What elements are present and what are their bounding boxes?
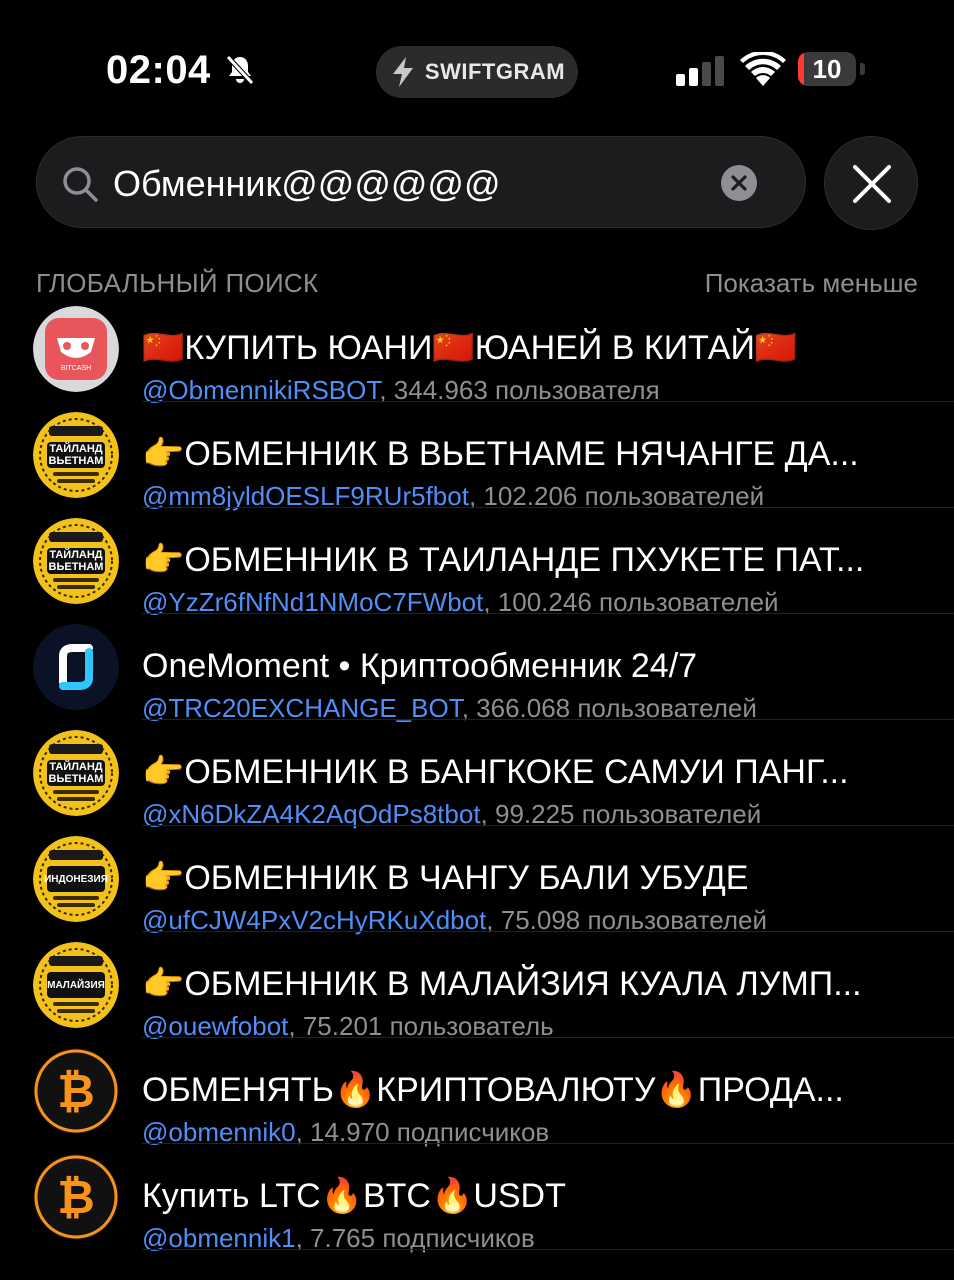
svg-text:МАЛАЙЗИЯ: МАЛАЙЗИЯ <box>47 978 105 991</box>
result-title: ОБМЕНЯТЬ🔥КРИПТОВАЛЮТУ🔥ПРОДА... <box>142 1071 844 1109</box>
avatar <box>33 624 119 710</box>
battery-indicator: 10 <box>798 52 856 86</box>
svg-text:ТАЙЛАНД: ТАЙЛАНД <box>49 442 102 455</box>
search-result-item[interactable]: МАЛАЙЗИЯ 👉ОБМЕННИК В МАЛАЙЗИЯ КУАЛА ЛУМП.… <box>0 932 954 1041</box>
exchange-badge-icon: ТАЙЛАНДВЬЕТНАМ <box>33 412 119 498</box>
status-bar: 02:04 SWIFTGRAM 10 <box>0 0 954 120</box>
avatar: ИНДОНЕЗИЯ <box>33 836 119 922</box>
result-title: 👉ОБМЕННИК В МАЛАЙЗИЯ КУАЛА ЛУМП... <box>142 965 862 1003</box>
search-result-item[interactable]: ТАЙЛАНД ВЬЕТНАМ 👉ОБМЕННИК В БАНГКОКЕ САМУИ… <box>0 720 954 829</box>
bitcoin-icon: ₿ <box>33 1154 119 1240</box>
clear-search-button[interactable] <box>721 165 757 201</box>
battery-level: 10 <box>812 54 842 84</box>
exchange-badge-icon: ТАЙЛАНДВЬЕТНАМ <box>33 730 119 816</box>
svg-text:ВЬЕТНАМ: ВЬЕТНАМ <box>49 455 104 467</box>
results-list: BITCASH 🇨🇳КУПИТЬ ЮАНИ🇨🇳ЮАНЕЙ В КИТАЙ🇨🇳 @Ob… <box>0 296 954 1253</box>
search-bar[interactable] <box>36 136 806 228</box>
avatar: ₿ <box>33 1048 119 1134</box>
wifi-icon <box>740 52 786 86</box>
bell-muted-icon <box>226 55 254 85</box>
result-title: Купить LTC🔥BTC🔥USDT <box>142 1177 566 1215</box>
clear-icon <box>731 175 747 191</box>
section-title: ГЛОБАЛЬНЫЙ ПОИСК <box>36 268 319 298</box>
result-title: OneMoment • Криптообменник 24/7 <box>142 647 698 685</box>
exchange-badge-icon: ИНДОНЕЗИЯ <box>33 836 119 922</box>
svg-text:BITCASH: BITCASH <box>61 365 91 372</box>
svg-text:ИНДОНЕЗИЯ: ИНДОНЕЗИЯ <box>44 874 108 885</box>
svg-text:ВЬЕТНАМ: ВЬЕТНАМ <box>49 773 104 785</box>
app-badge-label: SWIFTGRAM <box>424 59 566 84</box>
svg-text:₿: ₿ <box>57 1064 95 1118</box>
search-result-item[interactable]: ТАЙЛАНД ВЬЕТНАМ 👉ОБМЕННИК В ВЬЕТНАМЕ НЯЧАН… <box>0 402 954 511</box>
avatar: BITCASH <box>33 306 119 392</box>
search-result-item[interactable]: OneMoment • Криптообменник 24/7 @TRC20EXC… <box>0 614 954 723</box>
lightning-icon <box>392 57 413 87</box>
divider <box>142 1249 954 1250</box>
search-result-item[interactable]: ₿ Купить LTC🔥BTC🔥USDT @obmennik1, 7.765 по… <box>0 1144 954 1253</box>
close-icon <box>853 165 891 203</box>
search-result-item[interactable]: ₿ ОБМЕНЯТЬ🔥КРИПТОВАЛЮТУ🔥ПРОДА... @obmennik… <box>0 1038 954 1147</box>
exchange-badge-icon: МАЛАЙЗИЯ <box>33 942 119 1028</box>
avatar: ТАЙЛАНД ВЬЕТНАМ <box>33 730 119 816</box>
avatar: ₿ <box>33 1154 119 1240</box>
bitcash-logo-icon: BITCASH <box>33 306 119 392</box>
avatar: МАЛАЙЗИЯ <box>33 942 119 1028</box>
svg-text:ТАЙЛАНД: ТАЙЛАНД <box>49 760 102 773</box>
avatar: ТАЙЛАНД ВЬЕТНАМ <box>33 412 119 498</box>
search-icon <box>63 167 98 202</box>
result-title: 👉ОБМЕННИК В ТАИЛАНДЕ ПХУКЕТЕ ПАТ... <box>142 541 865 579</box>
result-title: 👉ОБМЕННИК В ЧАНГУ БАЛИ УБУДЕ <box>142 859 749 897</box>
result-title: 👉ОБМЕННИК В ВЬЕТНАМЕ НЯЧАНГЕ ДА... <box>142 435 859 473</box>
onemoment-logo-icon <box>33 624 119 710</box>
svg-text:ВЬЕТНАМ: ВЬЕТНАМ <box>49 561 104 573</box>
svg-text:₿: ₿ <box>57 1170 95 1224</box>
cellular-signal-icon <box>676 56 724 86</box>
search-input[interactable] <box>111 155 715 213</box>
battery-tip <box>860 63 865 75</box>
show-less-button[interactable]: Показать меньше <box>705 268 918 299</box>
svg-text:ТАЙЛАНД: ТАЙЛАНД <box>49 548 102 561</box>
search-result-item[interactable]: BITCASH 🇨🇳КУПИТЬ ЮАНИ🇨🇳ЮАНЕЙ В КИТАЙ🇨🇳 @Ob… <box>0 296 954 405</box>
cancel-search-button[interactable] <box>824 136 918 230</box>
result-title: 👉ОБМЕННИК В БАНГКОКЕ САМУИ ПАНГ... <box>142 753 849 791</box>
search-result-item[interactable]: ТАЙЛАНД ВЬЕТНАМ 👉ОБМЕННИК В ТАИЛАНДЕ ПХУКЕ… <box>0 508 954 617</box>
app-badge: SWIFTGRAM <box>376 46 578 98</box>
search-result-item[interactable]: ИНДОНЕЗИЯ 👉ОБМЕННИК В ЧАНГУ БАЛИ УБУДЕ @uf… <box>0 826 954 935</box>
clock: 02:04 <box>106 48 211 92</box>
exchange-badge-icon: ТАЙЛАНДВЬЕТНАМ <box>33 518 119 604</box>
result-title: 🇨🇳КУПИТЬ ЮАНИ🇨🇳ЮАНЕЙ В КИТАЙ🇨🇳 <box>142 329 798 367</box>
bitcoin-icon: ₿ <box>33 1048 119 1134</box>
avatar: ТАЙЛАНД ВЬЕТНАМ <box>33 518 119 604</box>
